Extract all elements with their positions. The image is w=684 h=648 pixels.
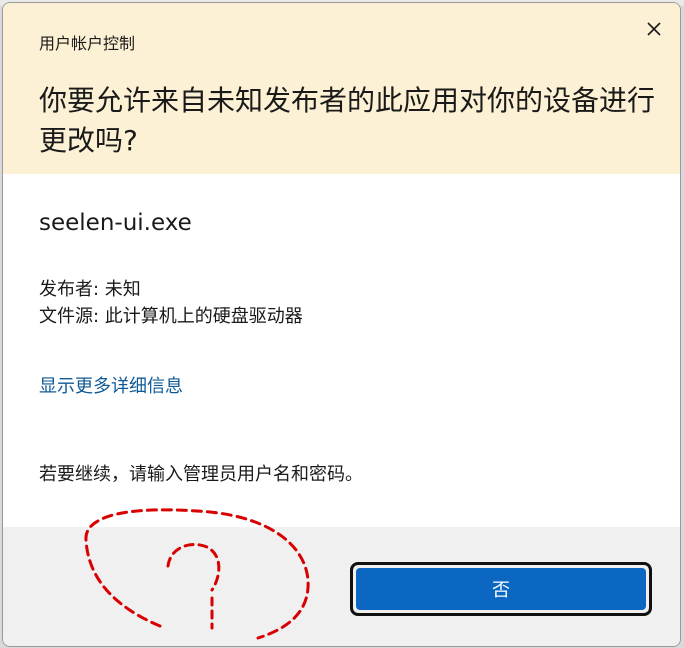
uac-dialog: 用户帐户控制 你要允许来自未知发布者的此应用对你的设备进行更改吗? seelen… [2,2,681,647]
dialog-footer: 否 [3,527,680,646]
dialog-header: 用户帐户控制 你要允许来自未知发布者的此应用对你的设备进行更改吗? [3,3,680,174]
close-icon [647,22,661,36]
no-button[interactable]: 否 [356,568,646,610]
app-exe-name: seelen-ui.exe [39,210,192,236]
no-button-focus-ring: 否 [350,562,652,616]
show-more-details-link[interactable]: 显示更多详细信息 [39,372,183,398]
dialog-body: seelen-ui.exe 发布者: 未知 文件源: 此计算机上的硬盘驱动器 显… [3,174,680,527]
dialog-headline: 你要允许来自未知发布者的此应用对你的设备进行更改吗? [39,84,656,157]
file-source-info: 文件源: 此计算机上的硬盘驱动器 [39,306,303,327]
credentials-instruction: 若要继续，请输入管理员用户名和密码。 [39,464,363,485]
dialog-title: 用户帐户控制 [39,34,136,53]
publisher-info: 发布者: 未知 [39,279,141,300]
close-button[interactable] [638,13,670,45]
